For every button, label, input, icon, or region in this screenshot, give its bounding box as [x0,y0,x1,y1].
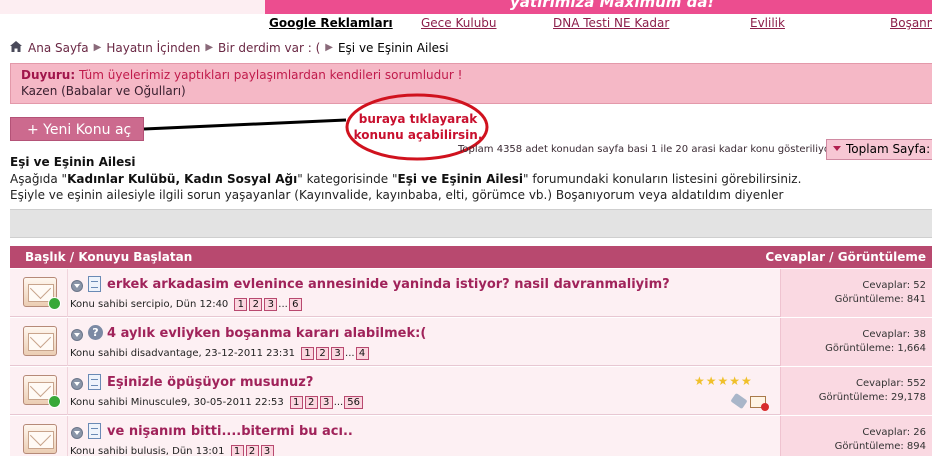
row-icon-cell [10,416,68,456]
topic-title-link[interactable]: Eşinizle öpüşüyor musunuz? [107,375,313,390]
forum-title: Eşi ve Eşinin Ailesi [10,155,136,169]
jump-to-new-icon[interactable] [71,378,83,390]
total-pages-dropdown[interactable]: Toplam Sayfa: [826,139,932,160]
envelope-icon [23,326,57,356]
row-icon-cell [10,269,68,317]
page-links: 1 2 3... 6 [234,298,304,311]
subscribed-mail-icon [750,396,769,411]
topic-author: Konu sahibi bulusis, Dün 13:01 [70,446,225,456]
page-link[interactable]: 3 [260,445,274,456]
page-info-text: Toplam 4358 adet konudan sayfa basi 1 il… [458,144,835,155]
page-link[interactable]: 1 [289,396,303,409]
page-link[interactable]: 2 [304,396,318,409]
tag-icon [730,392,748,410]
page-link[interactable]: 3 [264,298,278,311]
forum-desc-category: Kadınlar Kulübü, Kadın Sosyal Ağı [67,172,298,186]
jump-to-new-icon[interactable] [71,329,83,341]
topic-stats: Cevaplar: 26 Görüntüleme: 894 [780,416,932,456]
view-count: Görüntüleme: 1,664 [825,343,926,354]
dropdown-arrow-icon [833,146,841,151]
page-links: 1 2 3... 4 [301,347,371,360]
last-page-link[interactable]: 4 [355,347,369,360]
envelope-icon [23,277,61,310]
topic-extra-icons [730,392,772,411]
annotation-text: buraya tıklayarak konunu açabilirsin. [353,112,483,142]
document-icon [88,374,101,390]
document-icon [88,276,101,292]
page-link[interactable]: 1 [301,347,315,360]
table-row: ve nişanım bitti....bitermi bu acı.. Kon… [10,416,932,456]
topic-meta: Konu sahibi Minuscule9, 30-05-2011 22:53… [70,396,365,409]
topic-title-link[interactable]: ve nişanım bitti....bitermi bu acı.. [107,424,353,439]
topic-title-link[interactable]: erkek arkadasim evlenince annesinide yan… [107,277,670,292]
column-header-stats[interactable]: Cevaplar / Görüntüleme [765,250,926,264]
topic-author: Konu sahibi sercipio, Dün 12:40 [70,299,229,310]
page-links: 1 2 3... 56 [289,396,365,409]
reply-count: Cevaplar: 38 [862,329,926,340]
topic-title-link[interactable]: 4 aylık evliyken boşanma kararı alabilme… [107,326,426,341]
reply-count: Cevaplar: 26 [862,427,926,438]
topic-table-header: Başlık / Konuyu Başlatan Cevaplar / Görü… [10,246,932,268]
topic-author: Konu sahibi disadvantage, 23-12-2011 23:… [70,348,296,359]
view-count: Görüntüleme: 894 [834,441,926,452]
last-page-link[interactable]: 56 [344,396,363,409]
table-row: erkek arkadasim evlenince annesinide yan… [10,269,932,317]
total-pages-label: Toplam Sayfa: [846,142,931,156]
envelope-icon [23,375,61,408]
page-link[interactable]: 3 [319,396,333,409]
ellipsis: ... [333,397,344,408]
view-count: Görüntüleme: 29,178 [818,392,926,403]
topic-stats: Cevaplar: 38 Görüntüleme: 1,664 [780,318,932,366]
topic-meta: Konu sahibi sercipio, Dün 12:40 1 2 3... 6 [70,298,304,311]
jump-to-new-icon[interactable] [71,280,83,292]
page-link[interactable]: 1 [230,445,244,456]
forum-description: Aşağıda "Kadınlar Kulübü, Kadın Sosyal A… [10,171,801,203]
topic-stats: Cevaplar: 552 Görüntüleme: 29,178 [780,367,932,415]
jump-to-new-icon[interactable] [71,427,83,439]
forum-desc-line2: Eşiyle ve eşinin ailesiyle ilgili sorun … [10,188,784,202]
column-header-title[interactable]: Başlık / Konuyu Başlatan [25,250,192,264]
reply-count: Cevaplar: 52 [862,280,926,291]
ellipsis: ... [278,299,288,310]
rating-stars-icon: ★★★★★ [694,374,753,388]
topic-author: Konu sahibi Minuscule9, 30-05-2011 22:53 [70,397,284,408]
new-post-badge-icon [48,395,61,408]
document-icon [88,423,101,439]
question-icon: ? [88,325,103,340]
page-link[interactable]: 3 [331,347,345,360]
page-link[interactable]: 2 [249,298,263,311]
view-count: Görüntüleme: 841 [834,294,926,305]
forum-desc-text: " kategorisinde " [297,172,398,186]
page-links: 123 [230,445,276,456]
annotation-drawing [143,93,489,161]
ellipsis: ... [345,348,355,359]
topic-meta: Konu sahibi disadvantage, 23-12-2011 23:… [70,347,371,360]
reply-count: Cevaplar: 552 [855,378,926,389]
topic-stats: Cevaplar: 52 Görüntüleme: 841 [780,269,932,317]
new-topic-button[interactable]: + Yeni Konu aç [10,117,144,141]
toolbar-band [10,209,932,238]
forum-desc-forum: Eşi ve Eşinin Ailesi [397,172,524,186]
forum-desc-text: " forumundaki konuların listesini görebi… [523,172,802,186]
annotation-arrow-line [143,118,347,131]
row-icon-cell [10,367,68,415]
topic-meta: Konu sahibi bulusis, Dün 13:01 1 2 3 [70,445,276,456]
page-link[interactable]: 1 [234,298,248,311]
new-post-badge-icon [48,297,61,310]
row-icon-cell [10,318,68,366]
envelope-icon [23,424,57,454]
page-link[interactable]: 2 [245,445,259,456]
table-row: Eşinizle öpüşüyor musunuz? ★★★★★ Konu sa… [10,367,932,415]
page-link[interactable]: 2 [316,347,330,360]
table-row: ? 4 aylık evliyken boşanma kararı alabil… [10,318,932,366]
forum-desc-text: Aşağıda " [10,172,68,186]
last-page-link[interactable]: 6 [288,298,302,311]
